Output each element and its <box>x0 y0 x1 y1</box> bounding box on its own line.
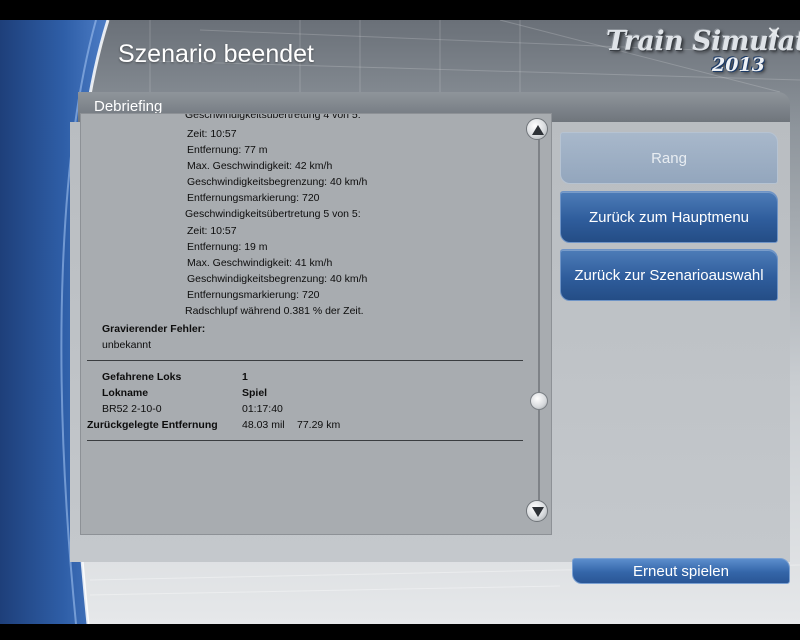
violation4-distance: Entfernung: 77 m <box>187 144 268 156</box>
game-label: Spiel <box>242 387 268 399</box>
violation4-limit: Geschwindigkeitsbegrenzung: 40 km/h <box>187 176 368 188</box>
locos-value: 1 <box>242 371 248 383</box>
violation5-max-speed: Max. Geschwindigkeit: 41 km/h <box>187 257 333 269</box>
distance-label: Zurückgelegte Entfernung <box>87 419 218 431</box>
wheelslip-text: Radschlupf während 0.381 % der Zeit. <box>185 305 364 317</box>
distance-miles: 48.03 mil <box>242 419 285 431</box>
letterbox-top <box>0 0 800 20</box>
loco-name-label: Lokname <box>102 387 149 399</box>
scrollbar-track[interactable] <box>538 130 540 510</box>
separator-line <box>87 440 523 441</box>
violation5-distance: Entfernung: 19 m <box>187 241 268 253</box>
rank-button[interactable]: Rang <box>560 132 778 184</box>
violation5-heading: Geschwindigkeitsübertretung 5 von 5: <box>185 208 361 220</box>
violation5-marker: Entfernungsmarkierung: 720 <box>187 289 320 301</box>
violation5-limit: Geschwindigkeitsbegrenzung: 40 km/h <box>187 273 368 285</box>
logo-year-text: 2013 <box>712 54 765 76</box>
game-time: 01:17:40 <box>242 403 283 415</box>
close-icon[interactable]: ✕ <box>766 24 782 42</box>
replay-button[interactable]: Erneut spielen <box>572 558 790 584</box>
debriefing-text: Geschwindigkeitsübertretung 4 von 5: Zei… <box>81 113 531 534</box>
scenario-select-button[interactable]: Zurück zur Szenarioauswahl <box>560 249 778 301</box>
debriefing-scroll-area[interactable]: Geschwindigkeitsübertretung 4 von 5: Zei… <box>80 113 552 535</box>
violation4-max-speed: Max. Geschwindigkeit: 42 km/h <box>187 160 333 172</box>
scroll-down-button[interactable] <box>526 500 548 522</box>
scroll-up-button[interactable] <box>526 118 548 140</box>
loco-name: BR52 2-10-0 <box>102 403 162 415</box>
severe-error-value: unbekannt <box>102 339 152 351</box>
scrollbar-thumb[interactable] <box>530 392 548 410</box>
locos-label: Gefahrene Loks <box>102 371 182 383</box>
debriefing-screen: Szenario beendet Train Simulator 2013 ✕ … <box>0 20 800 624</box>
page-title: Szenario beendet <box>118 40 314 68</box>
violation4-time: Zeit: 10:57 <box>187 128 237 140</box>
severe-error-label: Gravierender Fehler: <box>102 323 206 335</box>
triangle-up-icon <box>532 125 544 135</box>
train-simulator-logo: Train Simulator 2013 <box>600 24 800 82</box>
triangle-down-icon <box>532 507 544 517</box>
distance-km: 77.29 km <box>297 419 341 431</box>
letterbox-bottom <box>0 624 800 640</box>
main-menu-button[interactable]: Zurück zum Hauptmenu <box>560 191 778 243</box>
violation5-time: Zeit: 10:57 <box>187 225 237 237</box>
violation4-marker: Entfernungsmarkierung: 720 <box>187 192 320 204</box>
separator-line <box>87 360 523 361</box>
cut-off-line: Geschwindigkeitsübertretung 4 von 5: <box>185 113 361 121</box>
